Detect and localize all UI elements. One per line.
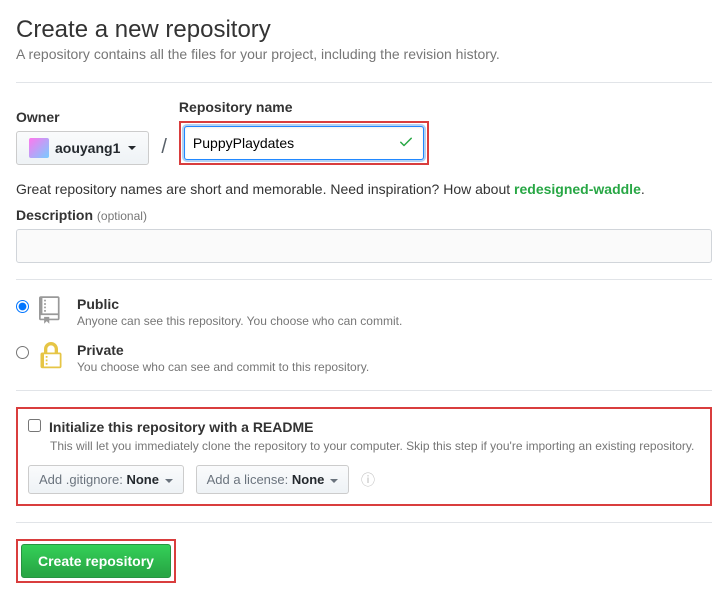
visibility-public-radio[interactable] bbox=[16, 300, 29, 313]
page-title: Create a new repository bbox=[16, 16, 712, 44]
readme-desc: This will let you immediately clone the … bbox=[50, 439, 700, 453]
owner-label: Owner bbox=[16, 109, 149, 125]
lock-icon bbox=[39, 342, 67, 373]
public-desc: Anyone can see this repository. You choo… bbox=[77, 314, 402, 328]
visibility-private-radio[interactable] bbox=[16, 346, 29, 359]
repo-public-icon bbox=[39, 296, 67, 327]
divider bbox=[16, 522, 712, 523]
public-label: Public bbox=[77, 296, 402, 312]
gitignore-select[interactable]: Add .gitignore: None bbox=[28, 465, 184, 494]
license-select[interactable]: Add a license: None bbox=[196, 465, 349, 494]
create-repository-button[interactable]: Create repository bbox=[21, 544, 171, 578]
highlight-submit: Create repository bbox=[16, 539, 176, 583]
name-hint: Great repository names are short and mem… bbox=[16, 181, 712, 197]
owner-select[interactable]: aouyang1 bbox=[16, 131, 149, 165]
repo-name-input[interactable] bbox=[184, 126, 424, 160]
divider bbox=[16, 390, 712, 391]
description-input[interactable] bbox=[16, 229, 712, 263]
info-icon[interactable]: ⓘ bbox=[361, 470, 375, 490]
readme-label: Initialize this repository with a README bbox=[49, 419, 313, 435]
repo-name-label: Repository name bbox=[179, 99, 429, 115]
owner-username: aouyang1 bbox=[55, 140, 120, 156]
readme-checkbox[interactable] bbox=[28, 419, 41, 432]
private-desc: You choose who can see and commit to thi… bbox=[77, 360, 369, 374]
highlight-repo-name bbox=[179, 121, 429, 165]
check-icon bbox=[398, 134, 414, 153]
suggestion-link[interactable]: redesigned-waddle bbox=[514, 181, 641, 197]
description-label: Description (optional) bbox=[16, 207, 712, 223]
chevron-down-icon bbox=[330, 479, 338, 483]
avatar bbox=[29, 138, 49, 158]
page-subtitle: A repository contains all the files for … bbox=[16, 46, 712, 62]
private-label: Private bbox=[77, 342, 369, 358]
slash-separator: / bbox=[157, 136, 171, 165]
chevron-down-icon bbox=[128, 146, 136, 150]
divider bbox=[16, 279, 712, 280]
chevron-down-icon bbox=[165, 479, 173, 483]
highlight-init-section: Initialize this repository with a README… bbox=[16, 407, 712, 506]
